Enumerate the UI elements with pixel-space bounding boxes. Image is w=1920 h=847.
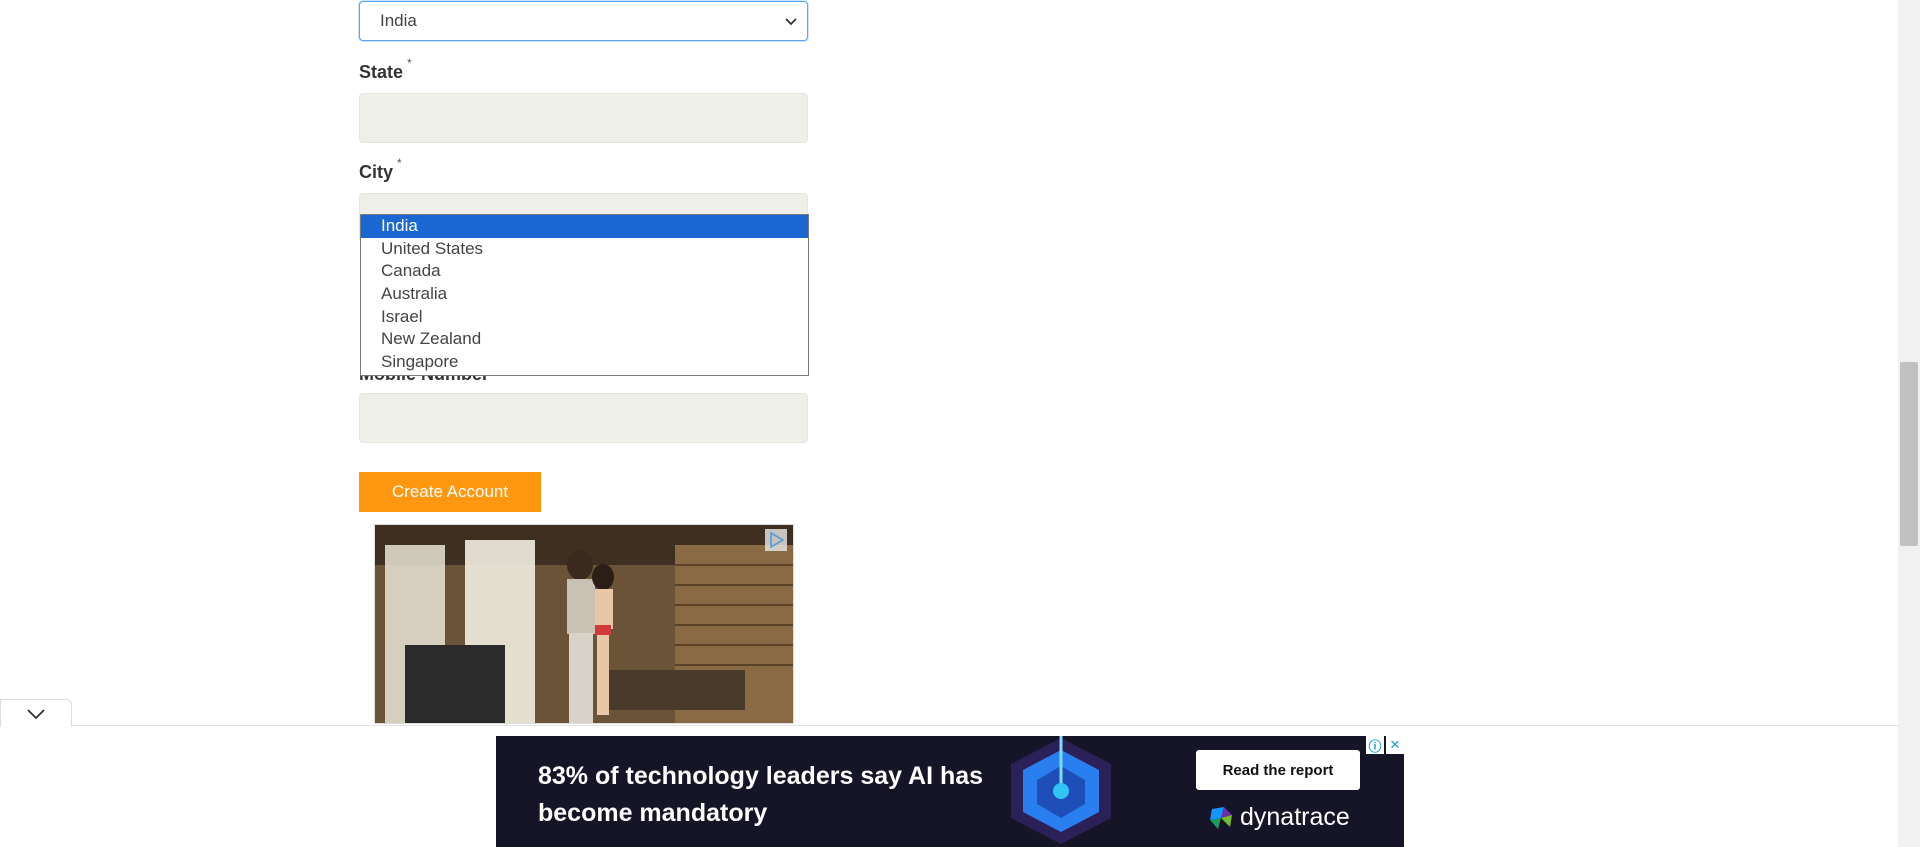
dynatrace-logo-icon — [1210, 806, 1232, 829]
dropdown-option-australia[interactable]: Australia — [361, 283, 808, 306]
dropdown-option-united-states[interactable]: United States — [361, 238, 808, 261]
chevron-down-icon — [785, 18, 797, 26]
close-icon[interactable]: ✕ — [1386, 736, 1404, 754]
ai-cube-graphic — [1011, 736, 1111, 844]
ad-photo-illustration — [375, 525, 793, 723]
state-input[interactable] — [359, 93, 808, 143]
mobile-input[interactable] — [359, 393, 808, 443]
dropdown-option-canada[interactable]: Canada — [361, 260, 808, 283]
scrollbar-thumb[interactable] — [1900, 362, 1918, 546]
brand-logo: dynatrace — [1208, 803, 1350, 832]
country-select[interactable]: India — [359, 1, 808, 41]
read-report-button[interactable]: Read the report — [1196, 750, 1360, 790]
dropdown-option-india[interactable]: India — [361, 215, 808, 238]
sticky-banner-ad[interactable]: 83% of technology leaders say AI has bec… — [496, 736, 1404, 847]
ad-controls: ⓘ ✕ — [1366, 736, 1404, 754]
state-label: State * — [359, 56, 412, 82]
collapse-ad-button[interactable] — [0, 699, 72, 727]
info-icon[interactable]: ⓘ — [1366, 736, 1384, 754]
country-dropdown-list[interactable]: India United States Canada Australia Isr… — [360, 214, 809, 376]
chevron-down-icon — [27, 708, 45, 719]
dropdown-option-new-zealand[interactable]: New Zealand — [361, 328, 808, 351]
country-select-value: India — [380, 11, 417, 30]
brand-name: dynatrace — [1240, 803, 1350, 831]
dropdown-option-singapore[interactable]: Singapore — [361, 351, 808, 374]
sticky-ad-divider — [0, 725, 1898, 726]
create-account-button[interactable]: Create Account — [359, 472, 541, 512]
vertical-scrollbar[interactable] — [1898, 0, 1920, 847]
dropdown-option-israel[interactable]: Israel — [361, 306, 808, 329]
ad-choices-icon[interactable] — [765, 529, 787, 551]
city-label: City * — [359, 156, 402, 182]
banner-headline: 83% of technology leaders say AI has bec… — [538, 762, 984, 827]
ad-image[interactable] — [374, 524, 794, 724]
